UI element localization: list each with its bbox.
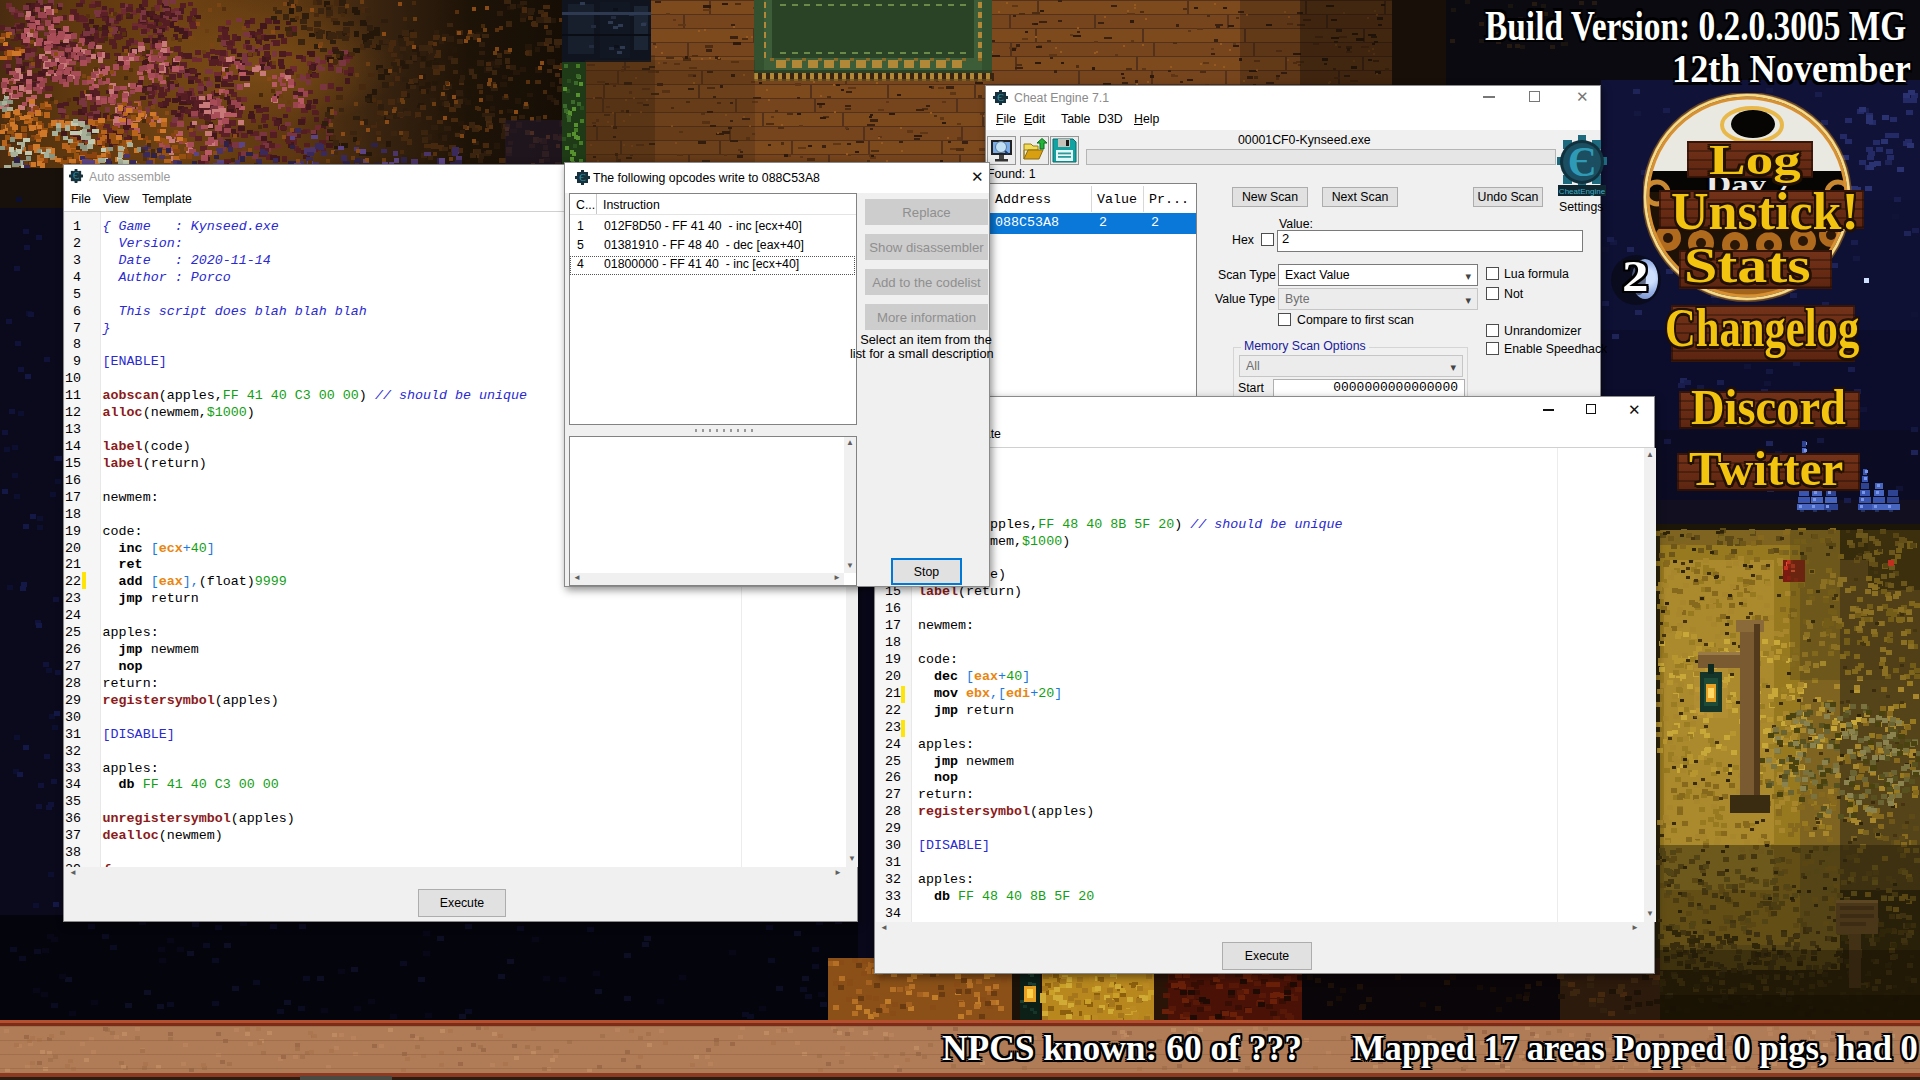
svg-text:Є: Є [73, 171, 79, 181]
svg-text:CheatEngine: CheatEngine [1559, 187, 1606, 196]
svg-text:Є: Є [997, 92, 1004, 103]
svg-text:Є: Є [1568, 139, 1597, 185]
svg-text:Є: Є [579, 172, 586, 183]
